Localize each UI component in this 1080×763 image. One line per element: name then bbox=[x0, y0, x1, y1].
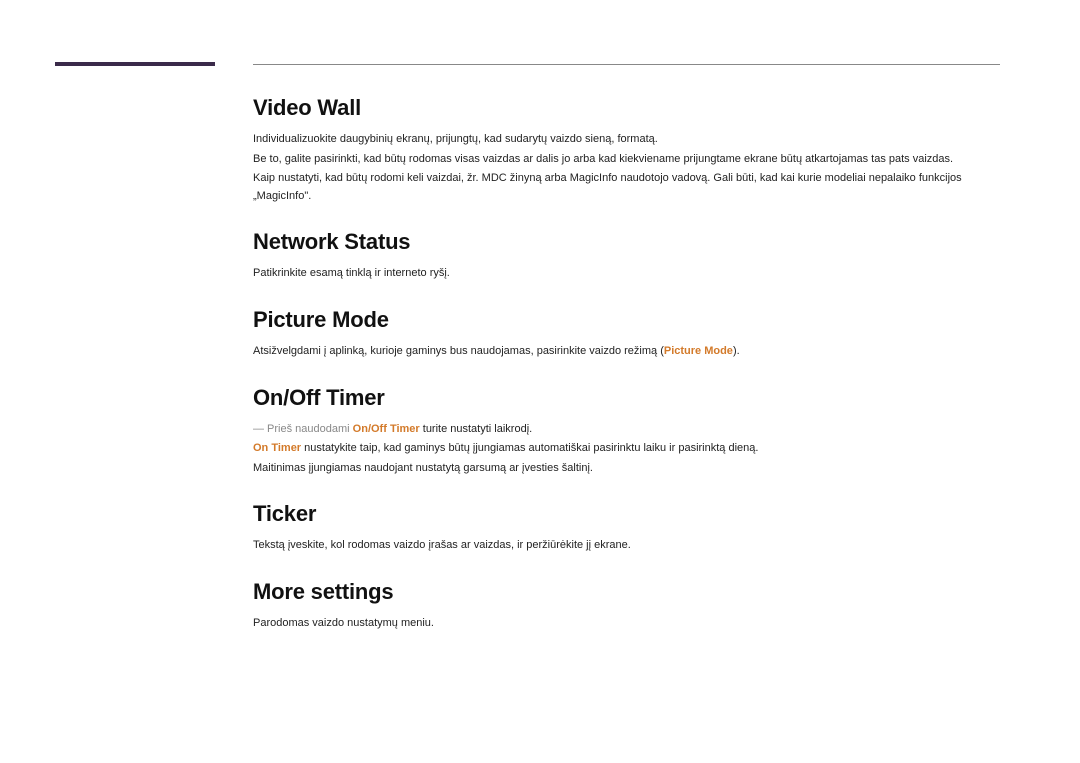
text-pre: Atsižvelgdami į aplinką, kurioje gaminys… bbox=[253, 345, 664, 357]
text: Maitinimas įjungiamas naudojant nustatyt… bbox=[253, 460, 1000, 478]
text: Atsižvelgdami į aplinką, kurioje gaminys… bbox=[253, 343, 1000, 361]
heading-video-wall: Video Wall bbox=[253, 95, 1000, 121]
body-ticker: Tekstą įveskite, kol rodomas vaizdo įraš… bbox=[253, 537, 1000, 555]
text-post: ). bbox=[733, 345, 740, 357]
text: Be to, galite pasirinkti, kad būtų rodom… bbox=[253, 151, 1000, 169]
highlight-on-off-timer: On/Off Timer bbox=[353, 423, 420, 435]
text: Tekstą įveskite, kol rodomas vaizdo įraš… bbox=[253, 537, 1000, 555]
section-on-off-timer: On/Off Timer ― Prieš naudodami On/Off Ti… bbox=[253, 385, 1000, 478]
note-text: ― Prieš naudodami On/Off Timer turite nu… bbox=[253, 421, 1000, 439]
section-picture-mode: Picture Mode Atsižvelgdami į aplinką, ku… bbox=[253, 307, 1000, 361]
text-post: nustatykite taip, kad gaminys būtų įjung… bbox=[301, 442, 758, 454]
content-area: Video Wall Individualizuokite daugybinių… bbox=[253, 95, 1000, 657]
text: Parodomas vaizdo nustatymų meniu. bbox=[253, 615, 1000, 633]
body-picture-mode: Atsižvelgdami į aplinką, kurioje gaminys… bbox=[253, 343, 1000, 361]
highlight-picture-mode: Picture Mode bbox=[664, 345, 733, 357]
section-more-settings: More settings Parodomas vaizdo nustatymų… bbox=[253, 579, 1000, 633]
note-post: turite nustatyti laikrodį. bbox=[420, 423, 533, 435]
body-more-settings: Parodomas vaizdo nustatymų meniu. bbox=[253, 615, 1000, 633]
note-dash: ― Prieš naudodami bbox=[253, 423, 353, 435]
accent-bar bbox=[55, 62, 215, 66]
heading-network-status: Network Status bbox=[253, 229, 1000, 255]
heading-ticker: Ticker bbox=[253, 501, 1000, 527]
top-rule bbox=[253, 64, 1000, 65]
heading-picture-mode: Picture Mode bbox=[253, 307, 1000, 333]
section-network-status: Network Status Patikrinkite esamą tinklą… bbox=[253, 229, 1000, 283]
text: Kaip nustatyti, kad būtų rodomi keli vai… bbox=[253, 170, 1000, 205]
heading-on-off-timer: On/Off Timer bbox=[253, 385, 1000, 411]
highlight-on-timer: On Timer bbox=[253, 442, 301, 454]
section-ticker: Ticker Tekstą įveskite, kol rodomas vaiz… bbox=[253, 501, 1000, 555]
body-video-wall: Individualizuokite daugybinių ekranų, pr… bbox=[253, 131, 1000, 205]
section-video-wall: Video Wall Individualizuokite daugybinių… bbox=[253, 95, 1000, 205]
body-on-off-timer: ― Prieš naudodami On/Off Timer turite nu… bbox=[253, 421, 1000, 478]
text: Individualizuokite daugybinių ekranų, pr… bbox=[253, 131, 1000, 149]
body-network-status: Patikrinkite esamą tinklą ir interneto r… bbox=[253, 265, 1000, 283]
heading-more-settings: More settings bbox=[253, 579, 1000, 605]
text: Patikrinkite esamą tinklą ir interneto r… bbox=[253, 265, 1000, 283]
text: On Timer nustatykite taip, kad gaminys b… bbox=[253, 440, 1000, 458]
